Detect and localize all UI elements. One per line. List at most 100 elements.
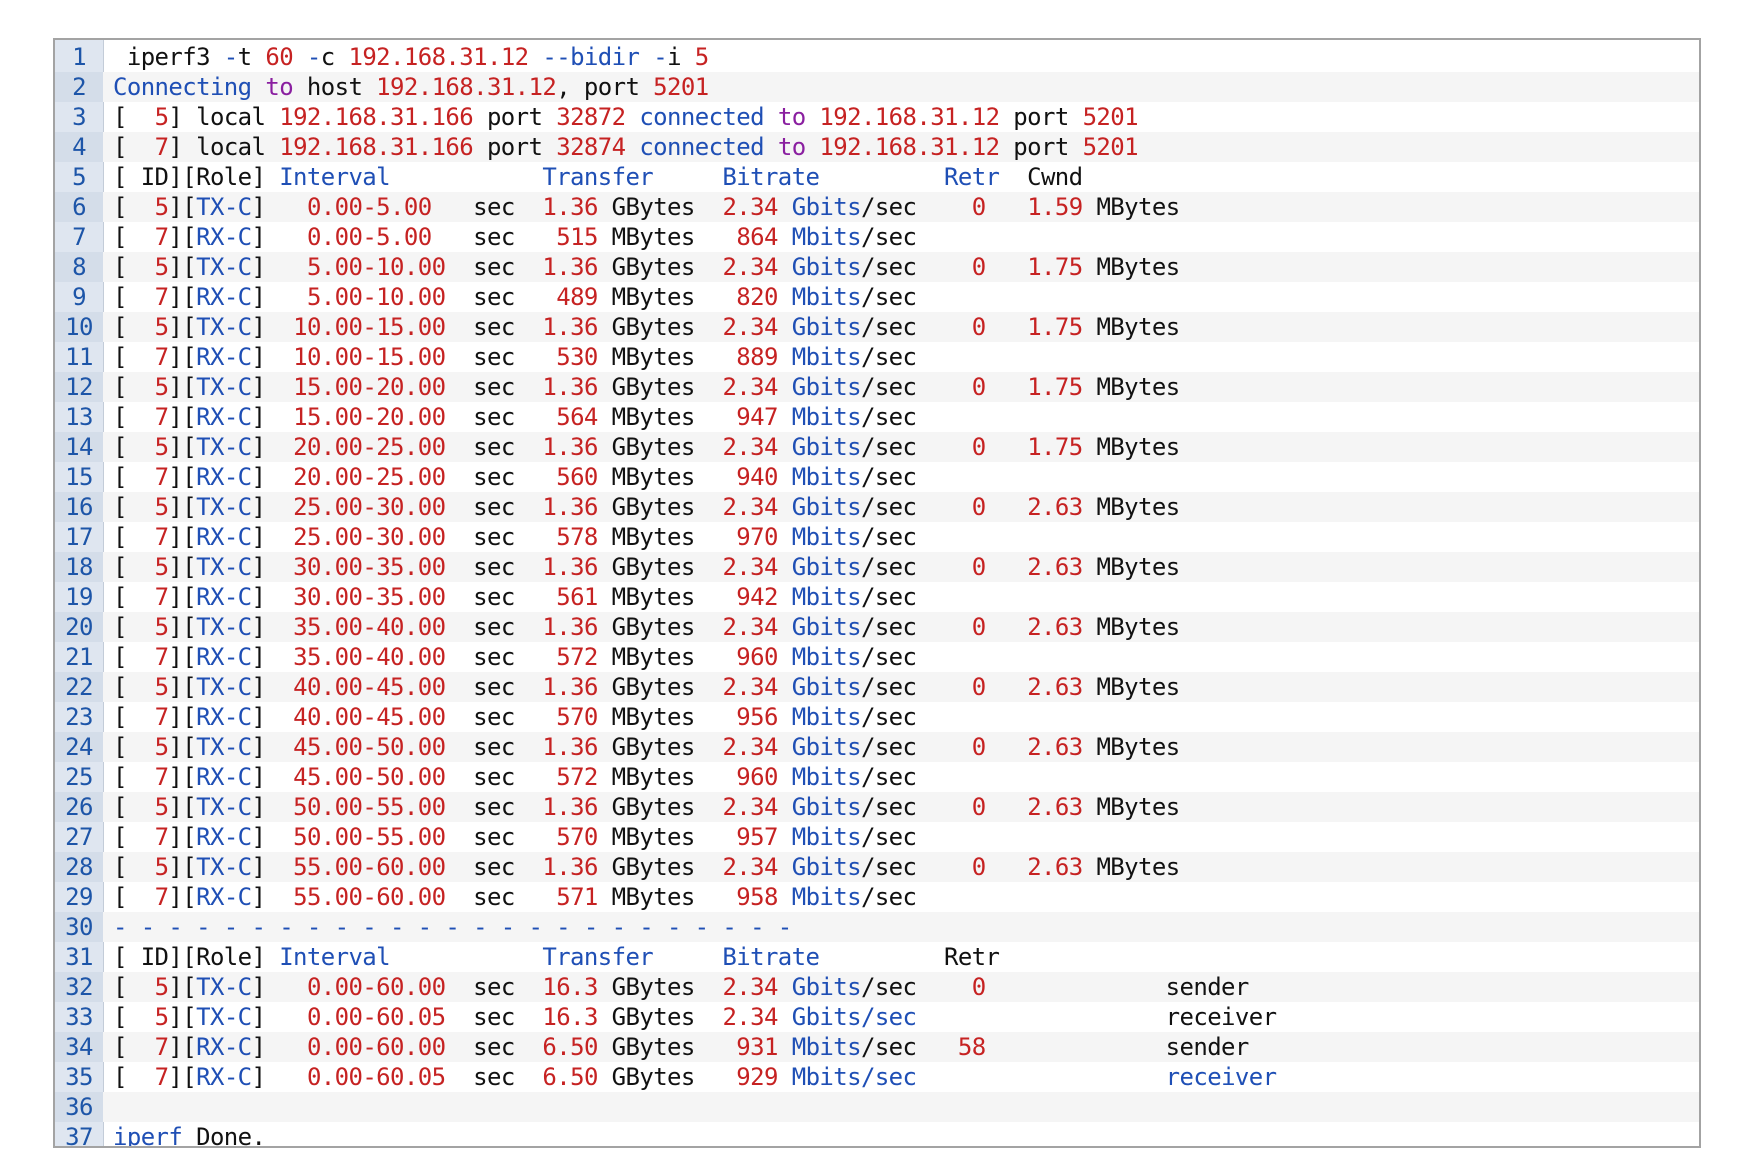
code-token: TX-C [196, 193, 252, 221]
code-token: 1.36 [542, 553, 598, 581]
code-token: - - - - - - - - - - - - - - - - - - - - … [113, 913, 792, 941]
code-token: 5.00-10.00 [306, 283, 446, 311]
code-token: ] [251, 643, 294, 671]
code-token: ] [251, 223, 307, 251]
line-number: 19 [55, 582, 103, 612]
code-token: /sec [860, 373, 972, 401]
code-token: MBytes [1082, 193, 1180, 221]
code-token: 931 [736, 1033, 778, 1061]
code-token: sec [445, 643, 557, 671]
code-token: port [999, 133, 1083, 161]
code-token: RX-C [196, 1063, 252, 1091]
code-token: TX-C [196, 853, 252, 881]
code-token: GBytes [597, 733, 723, 761]
code-token: MBytes [597, 343, 737, 371]
code-token: Gbits [791, 553, 862, 581]
code-line: 25 [ 7][RX-C] 45.00-50.00 sec 572 MBytes … [55, 762, 1699, 792]
code-token: GBytes [597, 1033, 737, 1061]
code-token: sec [431, 193, 543, 221]
line-number: 2 [55, 72, 103, 102]
code-token: 572 [556, 643, 598, 671]
code-token: ] [251, 343, 294, 371]
code-token: host [293, 73, 377, 101]
code-token: 192.168.31.12 [819, 133, 1000, 161]
code-token: [ [113, 523, 155, 551]
code-token: /sec [860, 1033, 958, 1061]
code-token: 0 [971, 853, 986, 881]
code-token: ] [251, 883, 294, 911]
code-token: Gbits [791, 733, 862, 761]
code-token: MBytes [1082, 313, 1180, 341]
line-number: 33 [55, 1002, 103, 1032]
line-text: [ 5][TX-C] 50.00-55.00 sec 1.36 GBytes 2… [113, 792, 1180, 822]
code-token: 7 [154, 1063, 169, 1091]
code-token: MBytes [597, 703, 737, 731]
code-token: 1.36 [542, 313, 598, 341]
code-token: TX-C [196, 973, 252, 1001]
code-token: 2.63 [1027, 613, 1083, 641]
code-token: sec [445, 493, 543, 521]
code-token: GBytes [597, 253, 723, 281]
line-text: [ 5][TX-C] 30.00-35.00 sec 1.36 GBytes 2… [113, 552, 1180, 582]
code-token: sec [445, 793, 543, 821]
code-token: 958 [736, 883, 778, 911]
line-text: [ 7][RX-C] 35.00-40.00 sec 572 MBytes 96… [113, 642, 917, 672]
code-token: sec [445, 1003, 543, 1031]
code-line: 10 [ 5][TX-C] 10.00-15.00 sec 1.36 GBytes… [55, 312, 1699, 342]
code-token: ][ [168, 463, 197, 491]
code-token: to [265, 73, 294, 101]
code-token: ] [251, 553, 294, 581]
code-token: TX-C [196, 613, 252, 641]
code-token: ] [251, 253, 307, 281]
code-token: [ [113, 493, 155, 521]
line-number: 28 [55, 852, 103, 882]
code-line: 28 [ 5][TX-C] 55.00-60.00 sec 1.36 GBytes… [55, 852, 1699, 882]
code-token: [ [113, 883, 155, 911]
code-token: /sec [860, 763, 917, 791]
code-token: [ [113, 733, 155, 761]
code-token: sec [445, 703, 557, 731]
code-token: ] [251, 373, 294, 401]
code-token: MBytes [1082, 253, 1180, 281]
code-token: 0.00-60.05 [306, 1063, 446, 1091]
line-text: [ 5][TX-C] 0.00-60.00 sec 16.3 GBytes 2.… [113, 972, 1249, 1002]
code-token: 578 [556, 523, 598, 551]
code-line: 29 [ 7][RX-C] 55.00-60.00 sec 571 MBytes … [55, 882, 1699, 912]
code-token: ] [251, 193, 307, 221]
code-token: Mbits [791, 583, 862, 611]
code-token: 1.36 [542, 793, 598, 821]
line-number: 4 [55, 132, 103, 162]
code-token: [ ID][Role] [113, 163, 280, 191]
code-token: ] [251, 583, 294, 611]
code-token: sec [445, 463, 557, 491]
code-token: 929 [736, 1063, 778, 1091]
code-line: 21 [ 7][RX-C] 35.00-40.00 sec 572 MBytes … [55, 642, 1699, 672]
code-token: ][ [168, 673, 197, 701]
code-token: RX-C [196, 583, 252, 611]
code-token: Bitrate [722, 943, 820, 971]
code-token: 0 [971, 313, 986, 341]
code-token: GBytes [597, 493, 723, 521]
line-text: [ 7] local 192.168.31.166 port 32874 con… [113, 132, 1139, 162]
line-number: 5 [55, 162, 103, 192]
line-text: [ 5] local 192.168.31.166 port 32872 con… [113, 102, 1139, 132]
code-token: 2.34 [722, 853, 778, 881]
code-token: /sec [860, 283, 917, 311]
code-token: 50.00-55.00 [293, 793, 446, 821]
code-token: Gbits [791, 493, 862, 521]
code-line: 12 [ 5][TX-C] 15.00-20.00 sec 1.36 GBytes… [55, 372, 1699, 402]
code-token: 2.63 [1027, 553, 1083, 581]
code-token: ][ [168, 193, 197, 221]
line-text: iperf3 -t 60 -c 192.168.31.12 --bidir -i… [113, 42, 709, 72]
code-token: 2.34 [722, 193, 778, 221]
code-token: 960 [736, 643, 778, 671]
